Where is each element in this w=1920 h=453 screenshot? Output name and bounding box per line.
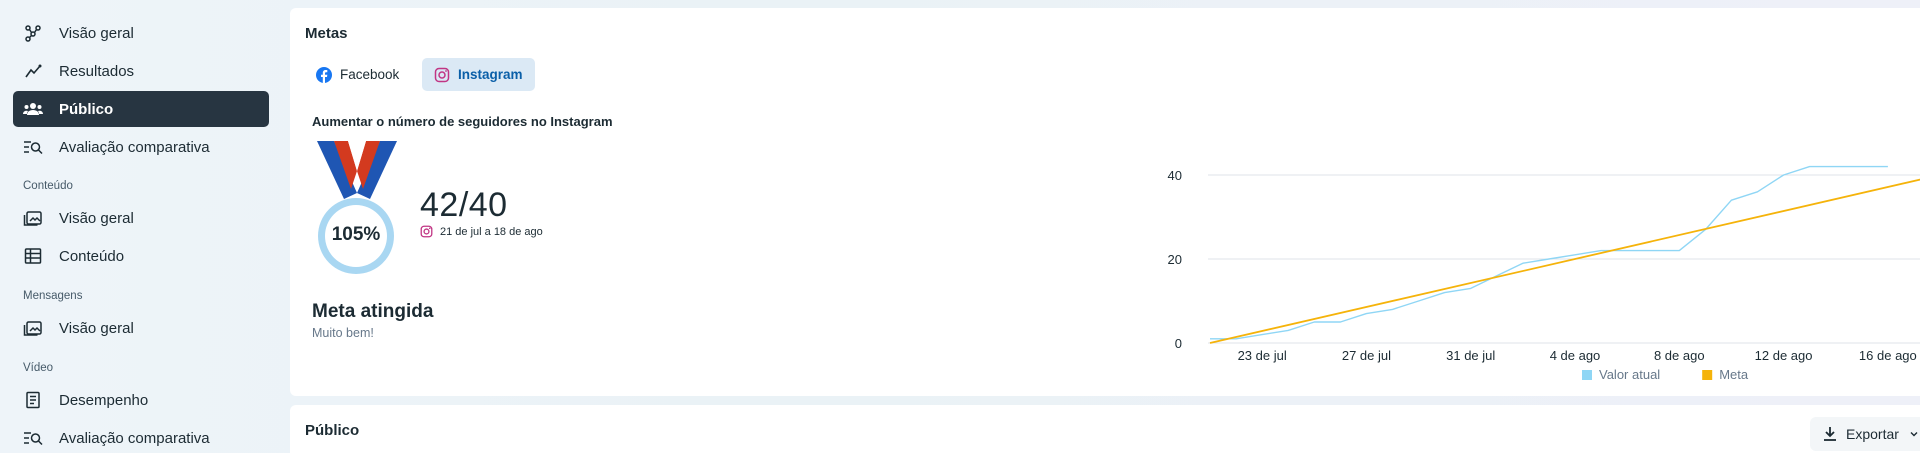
- instagram-icon: [420, 225, 433, 238]
- series-line-current: [1210, 165, 1888, 340]
- legend-swatch: [1702, 370, 1713, 380]
- benchmark-search-icon: [23, 428, 43, 448]
- x-tick-label: 23 de jul: [1238, 348, 1287, 363]
- sidebar-item-benchmark[interactable]: Avaliação comparativa: [13, 129, 269, 165]
- date-range-label: 21 de jul a 18 de ago: [440, 225, 543, 238]
- legend-swatch: [1582, 370, 1592, 380]
- document-icon: [23, 390, 43, 410]
- sidebar-item-label: Conteúdo: [59, 247, 125, 265]
- section-title-video: Vídeo: [23, 362, 54, 374]
- gallery-icon: [23, 318, 43, 338]
- y-tick-label: 0: [1175, 336, 1182, 351]
- sidebar-item-label: Resultados: [59, 62, 135, 80]
- tab-instagram[interactable]: Instagram: [422, 58, 535, 91]
- x-tick-label: 4 de ago: [1550, 348, 1601, 363]
- table-icon: [23, 246, 43, 266]
- sidebar: Visão geral Resultados Público Avaliação…: [0, 0, 285, 453]
- goals-card: Metas Facebook Instagram Aumentar o núme…: [290, 8, 1920, 396]
- sidebar-item-overview[interactable]: Visão geral: [13, 15, 269, 51]
- x-tick-label: 27 de jul: [1342, 348, 1391, 363]
- sidebar-item-label: Avaliação comparativa: [59, 429, 210, 447]
- trend-icon: [23, 61, 43, 81]
- y-tick-label: 20: [1168, 252, 1182, 267]
- sidebar-item-content[interactable]: Conteúdo: [13, 238, 269, 274]
- facebook-icon: [316, 66, 332, 83]
- chevron-down-icon: [1909, 429, 1919, 439]
- x-tick-label: 16 de ago: [1859, 348, 1917, 363]
- tab-label: Facebook: [340, 67, 400, 82]
- sidebar-item-label: Avaliação comparativa: [59, 138, 210, 156]
- sidebar-item-label: Visão geral: [59, 24, 134, 42]
- x-tick-label: 12 de ago: [1755, 348, 1813, 363]
- goal-status-title: Meta atingida: [312, 301, 434, 322]
- medal-icon: [317, 141, 397, 274]
- export-button[interactable]: Exportar: [1810, 417, 1920, 451]
- sidebar-item-video-benchmark[interactable]: Avaliação comparativa: [13, 420, 269, 453]
- nodes-icon: [23, 23, 43, 43]
- people-icon: [23, 99, 43, 119]
- sidebar-item-label: Público: [59, 100, 114, 118]
- goal-progress-value: 42/40: [420, 186, 508, 224]
- y-tick-label: 40: [1168, 168, 1182, 183]
- sidebar-item-results[interactable]: Resultados: [13, 53, 269, 89]
- audience-title: Público: [305, 422, 360, 439]
- x-tick-label: 8 de ago: [1654, 348, 1705, 363]
- legend-label: Meta: [1719, 367, 1749, 382]
- sidebar-item-label: Visão geral: [59, 319, 134, 337]
- sidebar-item-performance[interactable]: Desempenho: [13, 382, 269, 418]
- goal-line-chart: 0 20 40 23 de jul 27 de jul 31 de jul 4 de ago…: [1168, 165, 1920, 382]
- gallery-icon: [23, 208, 43, 228]
- goal-percent: 105%: [331, 224, 381, 245]
- tab-facebook[interactable]: Facebook: [304, 58, 411, 91]
- section-title-messages: Mensagens: [23, 290, 83, 302]
- sidebar-item-messages-overview[interactable]: Visão geral: [13, 310, 269, 346]
- sidebar-item-label: Visão geral: [59, 209, 134, 227]
- x-tick-label: 31 de jul: [1446, 348, 1495, 363]
- goal-heading: Aumentar o número de seguidores no Insta…: [312, 114, 613, 129]
- goals-title: Metas: [305, 25, 348, 42]
- sidebar-item-content-overview[interactable]: Visão geral: [13, 200, 269, 236]
- audience-card: Público Exportar: [290, 405, 1920, 453]
- goal-status-subtitle: Muito bem!: [312, 326, 374, 340]
- sidebar-item-audience[interactable]: Público: [13, 91, 269, 127]
- section-title-content: Conteúdo: [23, 180, 73, 192]
- instagram-icon: [434, 67, 450, 83]
- date-range: 21 de jul a 18 de ago: [420, 225, 543, 238]
- sidebar-item-label: Desempenho: [59, 391, 149, 409]
- export-label: Exportar: [1846, 426, 1899, 442]
- benchmark-search-icon: [23, 137, 43, 157]
- legend-label: Valor atual: [1599, 367, 1660, 382]
- download-icon: [1822, 426, 1838, 442]
- tab-label: Instagram: [458, 67, 523, 82]
